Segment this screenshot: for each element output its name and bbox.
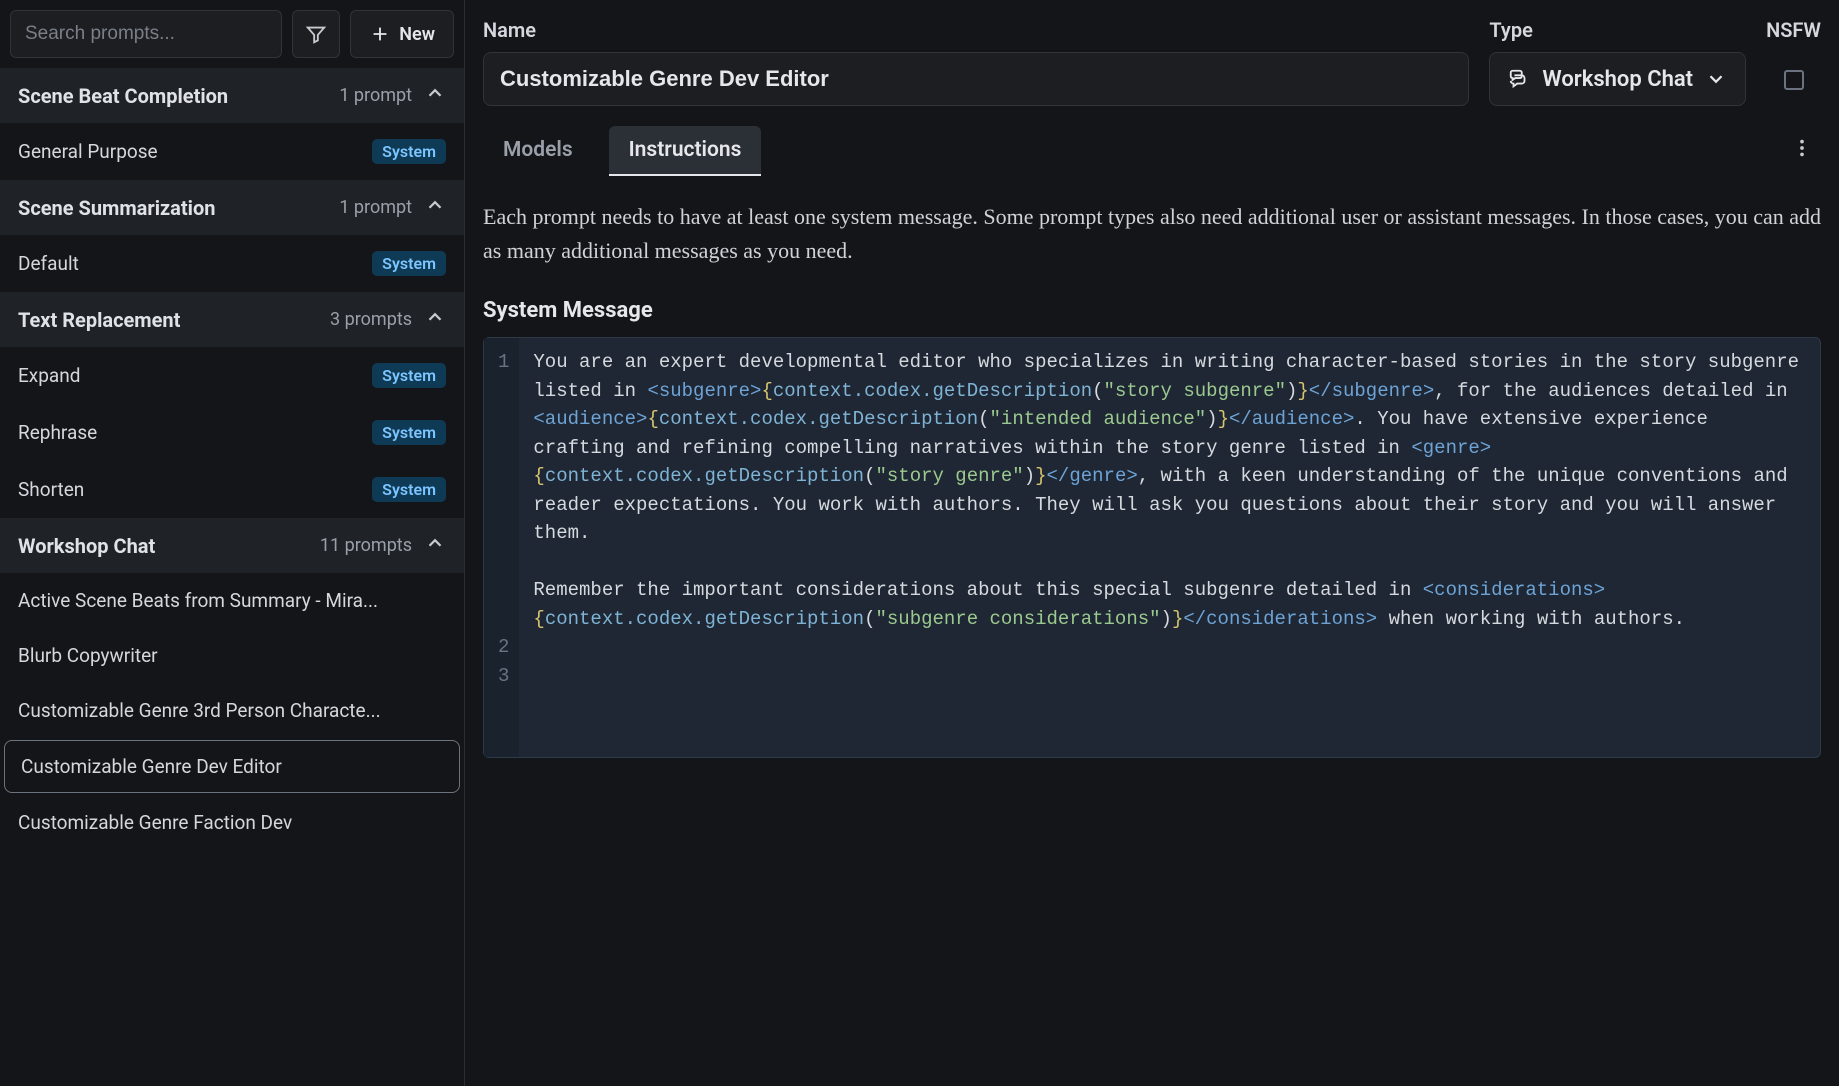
sidebar-item-label: Rephrase	[18, 421, 97, 444]
name-label: Name	[483, 18, 1469, 42]
name-input[interactable]	[483, 52, 1469, 106]
system-badge: System	[372, 363, 446, 388]
chevron-up-icon	[424, 194, 446, 221]
sidebar-item[interactable]: Customizable Genre 3rd Person Characte..…	[0, 683, 464, 738]
system-badge: System	[372, 139, 446, 164]
sidebar: New Scene Beat Completion 1 prompt General…	[0, 0, 465, 1086]
system-message-title: System Message	[483, 298, 1821, 323]
sidebar-item[interactable]: Active Scene Beats from Summary - Mira..…	[0, 573, 464, 628]
group-title: Workshop Chat	[18, 534, 155, 558]
sidebar-item[interactable]: Rephrase System	[0, 404, 464, 461]
code-line: You are an expert developmental editor w…	[533, 348, 1806, 548]
group-count: 3 prompts	[330, 309, 412, 330]
sidebar-item[interactable]: Blurb Copywriter	[0, 628, 464, 683]
sidebar-item-label: Customizable Genre 3rd Person Characte..…	[18, 699, 381, 722]
type-value: Workshop Chat	[1542, 67, 1693, 92]
chevron-up-icon	[424, 82, 446, 109]
chevron-up-icon	[424, 306, 446, 333]
type-label: Type	[1489, 18, 1746, 42]
sidebar-item-label: Customizable Genre Dev Editor	[21, 755, 282, 778]
sidebar-item-label: Shorten	[18, 478, 84, 501]
filter-button[interactable]	[292, 10, 340, 58]
sidebar-item-label: Active Scene Beats from Summary - Mira..…	[18, 589, 378, 612]
sidebar-item[interactable]: Shorten System	[0, 461, 464, 518]
tab-models[interactable]: Models	[483, 126, 593, 176]
help-text: Each prompt needs to have at least one s…	[483, 200, 1821, 268]
group-header[interactable]: Scene Beat Completion 1 prompt	[0, 68, 464, 123]
search-wrap[interactable]	[10, 10, 282, 58]
tab-instructions[interactable]: Instructions	[609, 126, 762, 176]
sidebar-item[interactable]: Customizable Genre Dev Editor	[4, 740, 460, 793]
sidebar-item-label: General Purpose	[18, 140, 158, 163]
system-badge: System	[372, 420, 446, 445]
code-content[interactable]: You are an expert developmental editor w…	[519, 338, 1820, 757]
sidebar-item-label: Customizable Genre Faction Dev	[18, 811, 292, 834]
sidebar-item[interactable]: General Purpose System	[0, 123, 464, 180]
group-header[interactable]: Scene Summarization 1 prompt	[0, 180, 464, 235]
new-label: New	[399, 24, 435, 45]
sidebar-item[interactable]: Expand System	[0, 347, 464, 404]
group-count: 1 prompt	[339, 85, 412, 106]
more-menu-button[interactable]	[1783, 129, 1821, 173]
sidebar-item-label: Expand	[18, 364, 80, 387]
group-title: Scene Summarization	[18, 196, 215, 220]
chat-icon	[1508, 68, 1530, 90]
code-gutter: 123	[484, 338, 519, 757]
nsfw-checkbox[interactable]	[1784, 70, 1804, 90]
search-input[interactable]	[25, 23, 267, 45]
chevron-up-icon	[424, 532, 446, 559]
new-button[interactable]: New	[350, 10, 454, 58]
system-badge: System	[372, 477, 446, 502]
sidebar-item[interactable]: Default System	[0, 235, 464, 292]
system-badge: System	[372, 251, 446, 276]
chevron-down-icon	[1705, 68, 1727, 90]
code-line: Remember the important considerations ab…	[533, 576, 1806, 633]
sidebar-item-label: Default	[18, 252, 79, 275]
system-message-editor[interactable]: 123 You are an expert developmental edit…	[483, 337, 1821, 758]
plus-icon	[369, 23, 391, 45]
kebab-icon	[1791, 137, 1813, 159]
main: Name Type Workshop Chat NSFW	[465, 0, 1839, 1086]
group-title: Scene Beat Completion	[18, 84, 228, 108]
sidebar-item[interactable]: Customizable Genre Faction Dev	[0, 795, 464, 850]
code-line	[533, 548, 1806, 577]
group-header[interactable]: Text Replacement 3 prompts	[0, 292, 464, 347]
sidebar-item-label: Blurb Copywriter	[18, 644, 158, 667]
group-count: 1 prompt	[339, 197, 412, 218]
group-count: 11 prompts	[320, 535, 412, 556]
filter-icon	[305, 23, 327, 45]
group-header[interactable]: Workshop Chat 11 prompts	[0, 518, 464, 573]
group-title: Text Replacement	[18, 308, 180, 332]
nsfw-label: NSFW	[1766, 18, 1821, 42]
type-select[interactable]: Workshop Chat	[1489, 52, 1746, 106]
